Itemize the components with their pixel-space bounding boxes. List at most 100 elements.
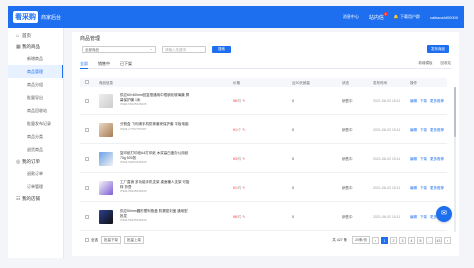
product-title: 工厂直销 多功能手机支架 桌面懒人支架 可旋转 折叠 bbox=[120, 180, 190, 189]
edit-icon[interactable]: ✎ bbox=[242, 186, 245, 190]
row-actions: 编辑 下架 更多推荐 bbox=[410, 99, 444, 104]
search-input[interactable]: 请输入关键词 bbox=[162, 46, 206, 53]
product-name[interactable]: 工厂直销 多功能手机支架 桌面懒人支架 可旋转 折叠 ITEM-563453452… bbox=[120, 180, 192, 194]
page-button[interactable]: … bbox=[426, 236, 433, 244]
price-cell: ¥8/件 ✎ bbox=[233, 215, 245, 220]
search-button[interactable]: 搜索 bbox=[212, 46, 231, 53]
row-checkbox[interactable] bbox=[85, 186, 89, 190]
sidebar-item-label: 我的商品 bbox=[22, 43, 40, 49]
status-badge: 销售中 bbox=[342, 99, 353, 103]
footer-select-all[interactable] bbox=[85, 238, 89, 242]
product-thumbnail[interactable] bbox=[99, 152, 113, 166]
page-size-select[interactable]: 20条/页 bbox=[352, 236, 370, 244]
edit-icon[interactable]: ✎ bbox=[242, 99, 245, 103]
edit-link[interactable]: 编辑 bbox=[410, 128, 417, 133]
product-name[interactable]: 复印纸打印纸A4打印纸 木浆高白度办公用纸 70g 500张 ITEM-53454… bbox=[120, 151, 192, 165]
product-name[interactable]: 分割盒 飞利浦手机防摔套壳保护套 平板电脑 ITEM-17757756787 bbox=[120, 122, 192, 131]
main-panel: 商品管理 全部商品 请输入关键词 搜索 发布商品 全部 销售中 已下架 新增模板… bbox=[72, 32, 459, 256]
sidebar-item-home[interactable]: ⌂ 首页 bbox=[8, 30, 63, 41]
recycle-bin-button[interactable]: 回收站 bbox=[441, 61, 452, 68]
sidebar-group-products[interactable]: ▦ 我的商品 bbox=[8, 41, 63, 52]
sidebar-group-store[interactable]: ☷ 我的店铺 bbox=[8, 193, 63, 204]
sidebar-item-returns[interactable]: 退货商品 bbox=[8, 143, 63, 156]
bulk-on-button[interactable]: 批量上架 bbox=[124, 236, 144, 244]
edit-link[interactable]: 编辑 bbox=[410, 215, 417, 220]
recommend-link[interactable]: 更多推荐 bbox=[430, 157, 444, 162]
product-name[interactable]: 供应60×60mm回复框通用中框钢化玻璃膜 屏幕保护膜 1米 ITEM-56345… bbox=[120, 93, 192, 107]
price-cell: ¥1/件 ✎ bbox=[233, 186, 245, 191]
nav-inbox[interactable]: 站内信 1 bbox=[369, 11, 388, 21]
tab-all[interactable]: 全部 bbox=[80, 61, 88, 69]
table-row: 供应50mm圆形塑料瓶盖 防漏密封盖 通用型 批发 ITEM-5634534523… bbox=[80, 204, 447, 231]
edit-link[interactable]: 编辑 bbox=[410, 99, 417, 104]
sidebar-item-publish-log[interactable]: 批量发布记录 bbox=[8, 117, 63, 130]
search-row: 全部商品 请输入关键词 搜索 bbox=[82, 46, 231, 53]
scrollbar-thumb[interactable] bbox=[454, 87, 456, 137]
user-account[interactable]: caibaoshi00000 bbox=[430, 15, 458, 20]
product-thumbnail[interactable] bbox=[99, 210, 113, 224]
off-shelf-link[interactable]: 下架 bbox=[420, 128, 427, 133]
off-shelf-link[interactable]: 下架 bbox=[420, 215, 427, 220]
edit-icon[interactable]: ✎ bbox=[242, 157, 245, 161]
row-checkbox[interactable] bbox=[85, 128, 89, 132]
sidebar-group-orders[interactable]: ◎ 我的订单 bbox=[8, 156, 63, 167]
product-thumbnail[interactable] bbox=[99, 94, 113, 108]
page-button[interactable]: 4 bbox=[408, 236, 415, 244]
edit-link[interactable]: 编辑 bbox=[410, 186, 417, 191]
tab-off-shelf[interactable]: 已下架 bbox=[120, 61, 132, 68]
sales-count: 0 bbox=[292, 128, 294, 132]
product-name[interactable]: 供应50mm圆形塑料瓶盖 防漏密封盖 通用型 批发 ITEM-5634534523… bbox=[120, 209, 192, 223]
sidebar-item-export[interactable]: 批量导出 bbox=[8, 91, 63, 104]
status-tabs: 全部 销售中 已下架 新增模板 回收站 bbox=[80, 61, 451, 69]
sidebar-item-add-product[interactable]: 新增商品 bbox=[8, 52, 63, 65]
row-checkbox[interactable] bbox=[85, 215, 89, 219]
page-button[interactable]: › bbox=[444, 236, 451, 244]
product-code: ITEM-17757756787 bbox=[120, 126, 147, 131]
new-template-button[interactable]: 新增模板 bbox=[419, 61, 433, 68]
sidebar-item-category[interactable]: 商品分类 bbox=[8, 130, 63, 143]
product-thumbnail[interactable] bbox=[99, 123, 113, 137]
sidebar: ⌂ 首页 ▦ 我的商品 新增商品 商品管理 商品分组 批量导出 商品回收站 批量发布… bbox=[8, 28, 64, 258]
page-button[interactable]: 2 bbox=[390, 236, 397, 244]
row-checkbox[interactable] bbox=[85, 99, 89, 103]
recommend-link[interactable]: 更多推荐 bbox=[430, 99, 444, 104]
chat-icon[interactable]: ✉ bbox=[436, 206, 452, 222]
sidebar-item-product-group[interactable]: 商品分组 bbox=[8, 78, 63, 91]
sidebar-item-refund[interactable]: 退款订单 bbox=[8, 167, 63, 180]
sidebar-item-product-manage[interactable]: 商品管理 bbox=[8, 65, 63, 78]
edit-icon[interactable]: ✎ bbox=[242, 128, 245, 132]
edit-icon[interactable]: ✎ bbox=[242, 215, 245, 219]
edit-link[interactable]: 编辑 bbox=[410, 157, 417, 162]
sidebar-item-label: 我的店铺 bbox=[22, 195, 40, 201]
table-row: 供应60×60mm回复框通用中框钢化玻璃膜 屏幕保护膜 1米 ITEM-56345… bbox=[80, 88, 447, 115]
col-product: 商品信息 bbox=[99, 80, 113, 85]
product-thumbnail[interactable] bbox=[99, 181, 113, 195]
publish-button[interactable]: 发布商品 bbox=[427, 45, 449, 53]
off-shelf-link[interactable]: 下架 bbox=[420, 186, 427, 191]
price-unit: /件 bbox=[236, 99, 242, 103]
page-button[interactable]: ‹ bbox=[372, 236, 379, 244]
nav-messages[interactable]: 消息中心 bbox=[343, 14, 359, 20]
row-checkbox[interactable] bbox=[85, 157, 89, 161]
sidebar-item-recycle[interactable]: 商品回收站 bbox=[8, 104, 63, 117]
sidebar-item-order-manage[interactable]: 订单管理 bbox=[8, 180, 63, 193]
page-button[interactable]: 3 bbox=[399, 236, 406, 244]
product-code: ITEM-56345345235 bbox=[120, 218, 147, 222]
bulk-off-button[interactable]: 批量下架 bbox=[101, 236, 121, 244]
category-select[interactable]: 全部商品 bbox=[82, 46, 156, 53]
page-button[interactable]: 5 bbox=[417, 236, 424, 244]
tab-on-sale[interactable]: 销售中 bbox=[98, 61, 110, 68]
sidebar-item-label: 首页 bbox=[22, 32, 31, 38]
total-count: 共 427 条 bbox=[332, 237, 348, 242]
nav-download[interactable]: 🔔 下载用户群 bbox=[394, 14, 420, 20]
page-button[interactable]: 1 bbox=[381, 236, 388, 244]
price-unit: /件 bbox=[236, 186, 242, 190]
publish-date: 2021-06-02 15:11 bbox=[373, 215, 401, 219]
sales-count: 0 bbox=[292, 157, 294, 161]
recommend-link[interactable]: 更多推荐 bbox=[430, 186, 444, 191]
select-all-checkbox[interactable] bbox=[85, 80, 89, 84]
recommend-link[interactable]: 更多推荐 bbox=[430, 128, 444, 133]
off-shelf-link[interactable]: 下架 bbox=[420, 157, 427, 162]
page-button[interactable]: 43 bbox=[435, 236, 442, 244]
off-shelf-link[interactable]: 下架 bbox=[420, 99, 427, 104]
